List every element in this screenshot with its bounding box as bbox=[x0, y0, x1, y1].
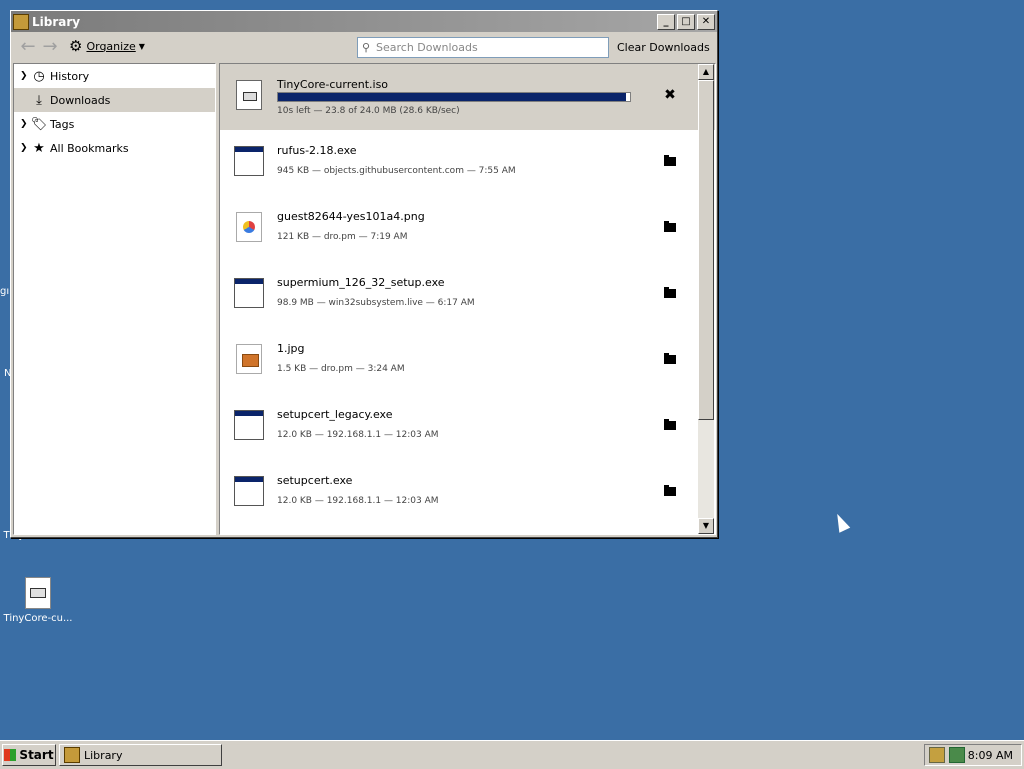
scrollbar-thumb[interactable] bbox=[698, 80, 714, 420]
system-tray: 8:09 AM bbox=[924, 744, 1022, 766]
expand-chevron-icon[interactable]: ❯ bbox=[20, 71, 30, 81]
clear-downloads-button[interactable]: Clear Downloads bbox=[617, 41, 710, 54]
progress-fill bbox=[278, 93, 627, 101]
maximize-button[interactable]: □ bbox=[677, 13, 695, 30]
star-icon: ★ bbox=[33, 140, 45, 156]
desktop-icon-label: TinyCore-cu... bbox=[3, 613, 73, 624]
taskbar: Start Library 8:09 AM bbox=[0, 740, 1024, 769]
download-meta: 945 KB — objects.githubusercontent.com —… bbox=[277, 166, 516, 176]
sidebar-item-downloads[interactable]: ⤓ Downloads bbox=[14, 88, 215, 112]
folder-icon bbox=[664, 221, 676, 232]
download-row[interactable]: supermium_126_32_setup.exe 98.9 MB — win… bbox=[220, 262, 715, 328]
vertical-scrollbar[interactable]: ▲ ▼ bbox=[698, 64, 714, 534]
folder-icon bbox=[664, 353, 676, 364]
library-window: Library _ □ ✕ ← → ⚙ Organize ▼ ⚲ Clear D… bbox=[10, 10, 718, 538]
start-label: Start bbox=[19, 748, 54, 762]
open-folder-button[interactable] bbox=[660, 153, 680, 171]
mouse-cursor-icon bbox=[831, 511, 851, 533]
download-meta: 12.0 KB — 192.168.1.1 — 12:03 AM bbox=[277, 430, 439, 440]
download-icon: ⤓ bbox=[36, 92, 42, 108]
exe-file-icon bbox=[234, 278, 264, 308]
sidebar: ❯ ◷ History ⤓ Downloads ❯ 🏷 Tags ❯ ★ All… bbox=[13, 63, 216, 535]
download-name: supermium_126_32_setup.exe bbox=[277, 276, 445, 289]
download-meta: 121 KB — dro.pm — 7:19 AM bbox=[277, 232, 408, 242]
open-folder-button[interactable] bbox=[660, 417, 680, 435]
folder-icon bbox=[664, 287, 676, 298]
search-downloads-input[interactable] bbox=[374, 40, 603, 55]
search-icon: ⚲ bbox=[361, 41, 371, 54]
folder-icon bbox=[664, 485, 676, 496]
png-file-icon bbox=[236, 212, 262, 242]
download-name: setupcert.exe bbox=[277, 474, 353, 487]
expand-chevron-icon[interactable]: ❯ bbox=[20, 119, 30, 129]
open-folder-button[interactable] bbox=[660, 483, 680, 501]
sidebar-item-all-bookmarks[interactable]: ❯ ★ All Bookmarks bbox=[14, 136, 215, 160]
taskbar-button-library[interactable]: Library bbox=[59, 744, 222, 766]
exe-file-icon bbox=[234, 146, 264, 176]
clock-icon: ◷ bbox=[33, 68, 45, 84]
folder-icon bbox=[664, 155, 676, 166]
tray-network-icon[interactable] bbox=[949, 747, 965, 763]
scroll-down-button[interactable]: ▼ bbox=[698, 518, 714, 534]
scroll-up-button[interactable]: ▲ bbox=[698, 64, 714, 80]
iso-file-icon bbox=[25, 577, 51, 609]
download-name: 1.jpg bbox=[277, 342, 305, 355]
download-name: TinyCore-current.iso bbox=[277, 78, 389, 91]
download-name: rufus-2.18.exe bbox=[277, 144, 357, 157]
desktop-partial-label: gı bbox=[0, 286, 10, 297]
title-bar[interactable]: Library _ □ ✕ bbox=[11, 11, 717, 32]
expand-chevron-icon[interactable]: ❯ bbox=[20, 143, 30, 153]
download-name: setupcert_legacy.exe bbox=[277, 408, 393, 421]
download-meta: 1.5 KB — dro.pm — 3:24 AM bbox=[277, 364, 405, 374]
desktop-icon-tinycore-2[interactable]: TinyCore-cu... bbox=[0, 577, 76, 624]
windows-logo-icon bbox=[4, 749, 17, 761]
folder-icon bbox=[664, 419, 676, 430]
download-row[interactable]: setupcert.exe 12.0 KB — 192.168.1.1 — 12… bbox=[220, 460, 715, 526]
download-name: guest82644-yes101a4.png bbox=[277, 210, 425, 223]
library-app-icon bbox=[13, 13, 29, 30]
tray-app-icon[interactable] bbox=[929, 747, 945, 763]
exe-file-icon bbox=[234, 476, 264, 506]
start-button[interactable]: Start bbox=[2, 744, 56, 766]
jpg-file-icon bbox=[236, 344, 262, 374]
forward-arrow-icon[interactable]: → bbox=[39, 36, 61, 57]
download-meta: 10s left — 23.8 of 24.0 MB (28.6 KB/sec) bbox=[277, 106, 460, 116]
iso-file-icon bbox=[236, 80, 262, 110]
sidebar-item-label: Tags bbox=[50, 117, 75, 131]
sidebar-item-label: All Bookmarks bbox=[50, 141, 129, 155]
taskbar-button-label: Library bbox=[84, 748, 123, 762]
organize-label: Organize bbox=[86, 39, 136, 53]
download-row[interactable]: guest82644-yes101a4.png 121 KB — dro.pm … bbox=[220, 196, 715, 262]
open-folder-button[interactable] bbox=[660, 219, 680, 237]
cancel-icon: ✖ bbox=[664, 87, 676, 103]
sidebar-item-history[interactable]: ❯ ◷ History bbox=[14, 64, 215, 88]
download-row[interactable]: setupcert_legacy.exe 12.0 KB — 192.168.1… bbox=[220, 394, 715, 460]
open-folder-button[interactable] bbox=[660, 351, 680, 369]
back-arrow-icon[interactable]: ← bbox=[17, 36, 39, 57]
chevron-down-icon: ▼ bbox=[138, 41, 145, 51]
open-folder-button[interactable] bbox=[660, 285, 680, 303]
download-meta: 12.0 KB — 192.168.1.1 — 12:03 AM bbox=[277, 496, 439, 506]
download-row[interactable]: rufus-2.18.exe 945 KB — objects.githubus… bbox=[220, 130, 715, 196]
download-meta: 98.9 MB — win32subsystem.live — 6:17 AM bbox=[277, 298, 475, 308]
organize-menu-button[interactable]: ⚙ Organize ▼ bbox=[69, 37, 145, 55]
gear-icon: ⚙ bbox=[69, 37, 83, 55]
library-app-icon bbox=[64, 747, 80, 763]
exe-file-icon bbox=[234, 410, 264, 440]
download-row[interactable]: 1.jpg 1.5 KB — dro.pm — 3:24 AM bbox=[220, 328, 715, 394]
sidebar-item-label: History bbox=[50, 69, 90, 83]
minimize-button[interactable]: _ bbox=[657, 13, 675, 30]
cancel-download-button[interactable]: ✖ bbox=[660, 87, 680, 105]
sidebar-item-tags[interactable]: ❯ 🏷 Tags bbox=[14, 112, 215, 136]
sidebar-item-label: Downloads bbox=[50, 93, 111, 107]
close-button[interactable]: ✕ bbox=[697, 13, 715, 30]
search-box[interactable]: ⚲ bbox=[357, 37, 609, 58]
downloads-list: TinyCore-current.iso 10s left — 23.8 of … bbox=[219, 63, 716, 535]
clock[interactable]: 8:09 AM bbox=[968, 749, 1013, 762]
window-title: Library bbox=[32, 14, 81, 29]
toolbar: ← → ⚙ Organize ▼ ⚲ Clear Downloads bbox=[11, 32, 717, 60]
download-row-in-progress[interactable]: TinyCore-current.iso 10s left — 23.8 of … bbox=[220, 64, 715, 130]
tag-icon: 🏷 bbox=[30, 116, 48, 132]
download-progress-bar bbox=[277, 92, 631, 102]
